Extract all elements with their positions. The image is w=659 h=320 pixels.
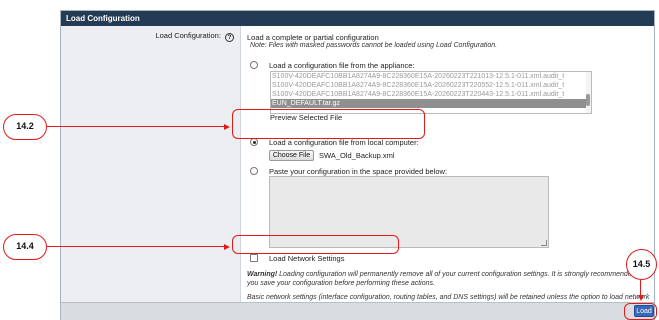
arrow-14-5-line [640,280,642,296]
highlight-box-load-button [624,303,657,320]
warning-body: Loading configuration will permanently r… [247,271,650,287]
choose-file-button[interactable]: Choose File [269,150,314,161]
callout-14-2: 14.2 [3,114,47,140]
arrow-14-4-head [224,243,230,250]
label-column: Load Configuration: ? [61,26,241,302]
option-appliance-label: Load a configuration file from the appli… [269,61,415,70]
options-column: Load a complete or partial configuration… [247,26,652,310]
scrollbar-thumb[interactable] [586,94,590,106]
file-list-item[interactable]: S100V-420DEAFC10BB1A8274A9-8C228360E15A-… [271,81,591,90]
callout-14-5: 14.5 [626,249,657,280]
load-network-settings-label: Load Network Settings [269,254,345,263]
highlight-box-network-settings [232,235,399,254]
file-list-scrollbar[interactable] [586,72,591,113]
load-configuration-panel: Load Configuration Load Configuration: ?… [60,10,655,320]
help-icon[interactable]: ? [225,33,234,42]
callout-14-4: 14.4 [3,234,47,260]
option-local-label: Load a configuration file from local com… [269,138,419,147]
radio-paste[interactable] [250,167,258,175]
chosen-file-name: SWA_Old_Backup.xml [319,151,395,160]
warning-title: Warning! [247,271,278,278]
file-list-item-selected[interactable]: EUN_DEFAULT.tar.gz [271,99,591,108]
arrow-14-2-line [47,126,224,128]
arrow-14-5-head [637,295,644,301]
resize-grip-icon[interactable] [541,240,547,246]
panel-title: Load Configuration [61,11,654,26]
warning-text: Warning! Loading configuration will perm… [247,270,651,288]
option-paste-label: Paste your configuration in the space pr… [269,167,448,176]
field-label-text: Load Configuration: [155,31,221,40]
appliance-file-list[interactable]: S100V-420DEAFC10BB1A8274A9-8C228360E15A-… [270,71,592,114]
arrow-14-4-line [47,246,224,248]
radio-appliance[interactable] [250,61,258,69]
load-network-settings-checkbox[interactable] [250,254,258,262]
intro-note: Note: Files with masked passwords cannot… [250,42,498,49]
intro-text: Load a complete or partial configuration [247,33,379,42]
file-list-item[interactable]: S100V-420DEAFC10BB1A8274A9-8C228360E15A-… [271,90,591,99]
highlight-box-local-file [232,109,425,139]
radio-local-computer[interactable] [250,138,258,146]
field-label: Load Configuration: ? [155,31,234,42]
file-list-item[interactable]: S100V-420DEAFC10BB1A8274A9-8C228360E15A-… [271,72,591,81]
arrow-14-2-head [224,123,230,130]
button-bar [61,302,654,320]
